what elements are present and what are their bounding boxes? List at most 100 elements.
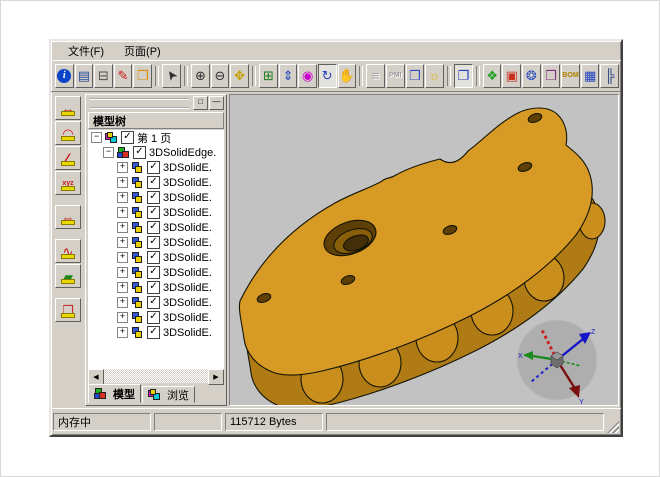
- visibility-checkbox[interactable]: ✓: [147, 281, 160, 294]
- tree-item-label[interactable]: 3DSolidE.: [163, 192, 212, 204]
- visibility-checkbox[interactable]: ✓: [147, 221, 160, 234]
- panel-drag-grip[interactable]: [90, 98, 189, 109]
- info-button[interactable]: i: [55, 64, 74, 88]
- print-button[interactable]: ⊟: [94, 64, 113, 88]
- light-button[interactable]: ☼: [425, 64, 444, 88]
- bom-button[interactable]: BOM: [561, 64, 580, 88]
- expand-icon[interactable]: +: [117, 282, 128, 293]
- export-button[interactable]: ❐: [133, 64, 152, 88]
- tree-item-label[interactable]: 3DSolidE.: [163, 297, 212, 309]
- tree-row[interactable]: + ✓3DSolidE.: [88, 190, 224, 205]
- tree-item-label[interactable]: 第 1 页: [137, 130, 171, 146]
- zoom-dynamic-button[interactable]: ⇕: [279, 64, 298, 88]
- expand-icon[interactable]: +: [117, 192, 128, 203]
- scrollbar-track[interactable]: [104, 369, 208, 383]
- expand-icon[interactable]: +: [117, 162, 128, 173]
- tree-item-label[interactable]: 3DSolidE.: [163, 207, 212, 219]
- select-cursor-button[interactable]: ➤: [162, 64, 181, 88]
- menu-item-1[interactable]: 文件(F): [59, 41, 113, 61]
- assembly-button[interactable]: ❖: [483, 64, 502, 88]
- solid-cube-button[interactable]: ❒: [542, 64, 561, 88]
- linear-dimension-button[interactable]: ↔: [55, 96, 81, 120]
- part-view-button[interactable]: ▣: [502, 64, 521, 88]
- tree-row[interactable]: + ✓3DSolidE.: [88, 250, 224, 265]
- resize-grip[interactable]: [607, 421, 619, 433]
- visibility-checkbox[interactable]: ✓: [147, 236, 160, 249]
- pan-arrows-button[interactable]: ✥: [230, 64, 249, 88]
- visibility-checkbox[interactable]: ✓: [147, 176, 160, 189]
- panel-hide-button[interactable]: —: [209, 96, 224, 110]
- expand-icon[interactable]: +: [117, 327, 128, 338]
- pmi-button[interactable]: PMI: [386, 64, 405, 88]
- tree-item-label[interactable]: 3DSolidE.: [163, 327, 212, 339]
- pan-hand-button[interactable]: ✋: [338, 64, 357, 88]
- area-measure-button[interactable]: ▰: [55, 264, 81, 288]
- expand-icon[interactable]: +: [117, 222, 128, 233]
- layers-button[interactable]: ≡: [366, 64, 385, 88]
- zoom-window-button[interactable]: ⊞: [259, 64, 278, 88]
- tree-item-label[interactable]: 3DSolidE.: [163, 282, 212, 294]
- tree-row[interactable]: + ✓3DSolidE.: [88, 205, 224, 220]
- visibility-checkbox[interactable]: ✓: [121, 131, 134, 144]
- visibility-checkbox[interactable]: ✓: [147, 251, 160, 264]
- tree-item-label[interactable]: 3DSolidE.: [163, 222, 212, 234]
- tree-row[interactable]: + ✓3DSolidE.: [88, 175, 224, 190]
- tree-row[interactable]: + ✓3DSolidE.: [88, 160, 224, 175]
- viewport-canvas[interactable]: X Z Y: [230, 95, 618, 405]
- tree-row[interactable]: + ✓3DSolidE.: [88, 325, 224, 340]
- visibility-checkbox[interactable]: ✓: [147, 191, 160, 204]
- model-tree-button[interactable]: ╠: [600, 64, 619, 88]
- tree-row[interactable]: + ✓3DSolidE.: [88, 220, 224, 235]
- visibility-checkbox[interactable]: ✓: [147, 266, 160, 279]
- model-tree[interactable]: −✓第 1 页−✓3DSolidEdge.+✓3DSolidE.+✓3DSoli…: [88, 130, 224, 369]
- angle-dimension-button[interactable]: ∠: [55, 146, 81, 170]
- visibility-checkbox[interactable]: ✓: [147, 311, 160, 324]
- zoom-out-button[interactable]: ⊖: [211, 64, 230, 88]
- visibility-checkbox[interactable]: ✓: [147, 206, 160, 219]
- panel-float-button[interactable]: □: [193, 96, 208, 110]
- expand-icon[interactable]: +: [117, 297, 128, 308]
- tree-row[interactable]: − ✓第 1 页: [88, 130, 224, 145]
- curve-length-button[interactable]: ∿: [55, 239, 81, 263]
- expand-icon[interactable]: +: [117, 312, 128, 323]
- tree-row[interactable]: + ✓3DSolidE.: [88, 280, 224, 295]
- tree-item-label[interactable]: 3DSolidE.: [163, 237, 212, 249]
- coordinate-xyz-button[interactable]: xyz: [55, 171, 81, 195]
- tree-item-label[interactable]: 3DSolidE.: [163, 267, 212, 279]
- orientation-gizmo[interactable]: X Z Y: [517, 320, 597, 405]
- report-table-button[interactable]: ▦: [581, 64, 600, 88]
- expand-icon[interactable]: +: [117, 252, 128, 263]
- orbit-button[interactable]: ◉: [298, 64, 317, 88]
- annotate-pen-button[interactable]: ✎: [114, 64, 133, 88]
- viewport-3d[interactable]: X Z Y: [229, 94, 619, 406]
- tree-item-label[interactable]: 3DSolidE.: [163, 177, 212, 189]
- expand-icon[interactable]: +: [117, 237, 128, 248]
- tab-model[interactable]: 模型: [88, 384, 141, 403]
- visibility-checkbox[interactable]: ✓: [147, 326, 160, 339]
- distance-measure-button[interactable]: ⇔: [55, 205, 81, 229]
- radial-dimension-button[interactable]: ◠: [55, 121, 81, 145]
- display-cube-button[interactable]: ❒: [406, 64, 425, 88]
- tree-row[interactable]: + ✓3DSolidE.: [88, 295, 224, 310]
- expand-icon[interactable]: +: [117, 177, 128, 188]
- tree-row[interactable]: −✓3DSolidEdge.: [88, 145, 224, 160]
- tree-item-label[interactable]: 3DSolidE.: [163, 312, 212, 324]
- zoom-in-button[interactable]: ⊕: [191, 64, 210, 88]
- expand-icon[interactable]: +: [117, 207, 128, 218]
- tree-horizontal-scrollbar[interactable]: ◀ ▶: [88, 369, 224, 383]
- print-preview-button[interactable]: ▤: [75, 64, 94, 88]
- tree-item-label[interactable]: 3DSolidE.: [163, 162, 212, 174]
- expand-icon[interactable]: +: [117, 267, 128, 278]
- refresh-button[interactable]: ↻: [318, 64, 337, 88]
- visibility-checkbox[interactable]: ✓: [147, 161, 160, 174]
- volume-measure-button[interactable]: ❒: [55, 298, 81, 322]
- visibility-checkbox[interactable]: ✓: [133, 146, 146, 159]
- tree-row[interactable]: + ✓3DSolidE.: [88, 235, 224, 250]
- view-window-button[interactable]: ❐: [454, 64, 473, 88]
- visibility-checkbox[interactable]: ✓: [147, 296, 160, 309]
- menu-item-2[interactable]: 页面(P): [115, 41, 170, 61]
- collapse-icon[interactable]: −: [91, 132, 102, 143]
- animation-button[interactable]: ❂: [522, 64, 541, 88]
- collapse-icon[interactable]: −: [103, 147, 114, 158]
- tree-item-label[interactable]: 3DSolidE.: [163, 252, 212, 264]
